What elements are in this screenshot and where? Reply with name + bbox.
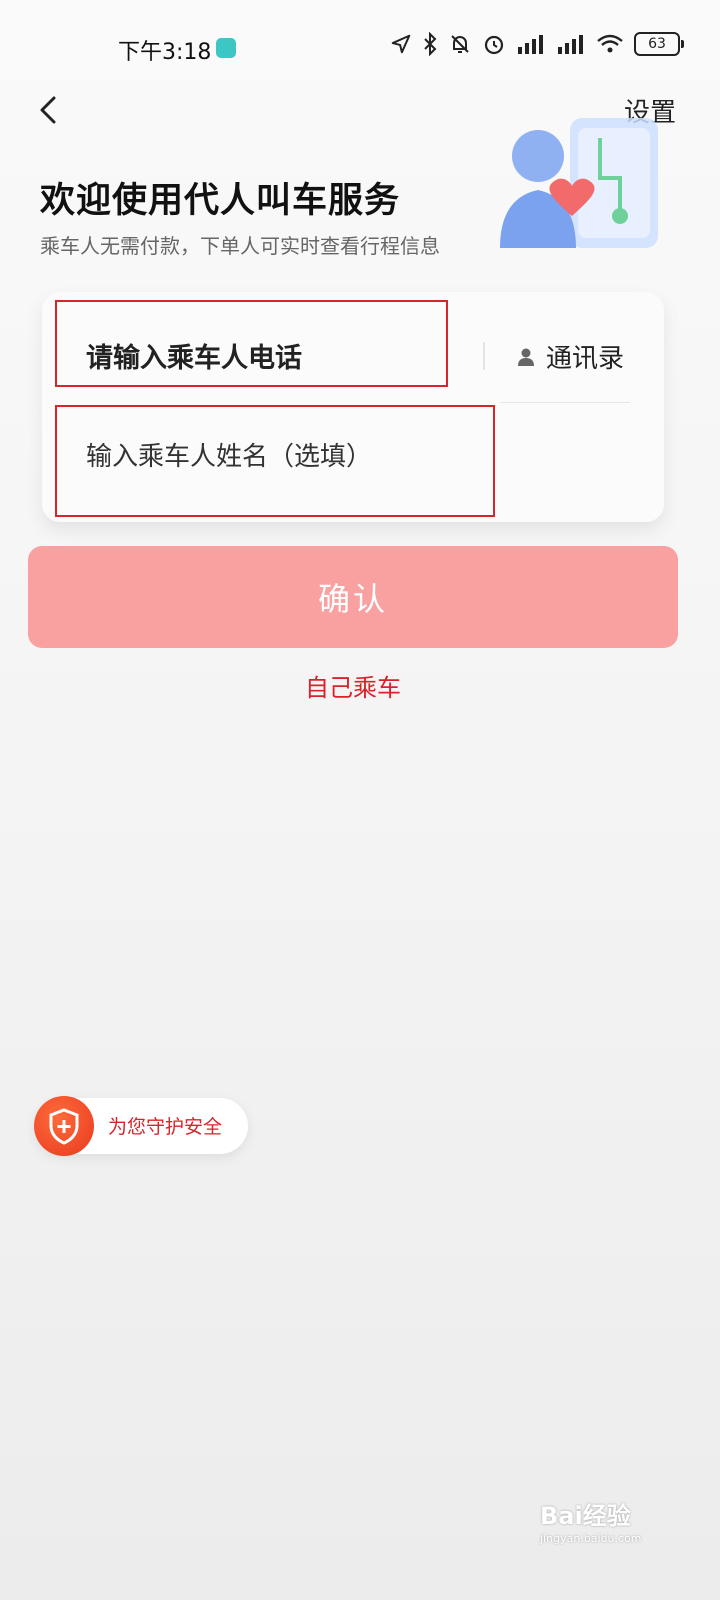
alarm-icon — [484, 35, 504, 55]
divider — [500, 402, 630, 403]
confirm-button[interactable]: 确认 — [28, 546, 678, 648]
ride-for-others-illustration — [500, 118, 658, 248]
location-icon — [391, 34, 411, 54]
navigation-app-icon — [216, 38, 236, 58]
mute-icon — [451, 35, 469, 53]
status-time: 下午3:18 — [118, 40, 212, 65]
page-title: 欢迎使用代人叫车服务 — [40, 181, 401, 221]
status-icons: 63 — [390, 32, 684, 56]
self-ride-link[interactable]: 自己乘车 — [0, 668, 706, 703]
watermark-url: jingyan.baidu.com — [540, 1532, 642, 1545]
passenger-name-input[interactable]: 输入乘车人姓名（选填） — [86, 436, 372, 473]
battery-icon: 63 — [634, 32, 684, 56]
passenger-phone-input[interactable]: 请输入乘车人电话 — [86, 336, 302, 375]
baidu-watermark: Bai经验 — [540, 1502, 631, 1530]
shield-icon — [34, 1096, 94, 1156]
status-bar: 下午3:18 63 — [0, 0, 720, 84]
safety-label: 为您守护安全 — [108, 1116, 223, 1138]
signal-icon — [518, 35, 543, 54]
contacts-label: 通讯录 — [546, 344, 625, 374]
bluetooth-icon — [424, 32, 437, 56]
signal-icon — [558, 35, 583, 54]
back-button[interactable] — [32, 92, 68, 128]
contacts-button[interactable]: 通讯录 — [516, 338, 624, 375]
chevron-left-icon — [40, 96, 56, 124]
person-icon — [518, 348, 534, 366]
wifi-icon — [597, 34, 623, 53]
page-subtitle: 乘车人无需付款，下单人可实时查看行程信息 — [40, 234, 440, 258]
divider — [483, 342, 485, 370]
